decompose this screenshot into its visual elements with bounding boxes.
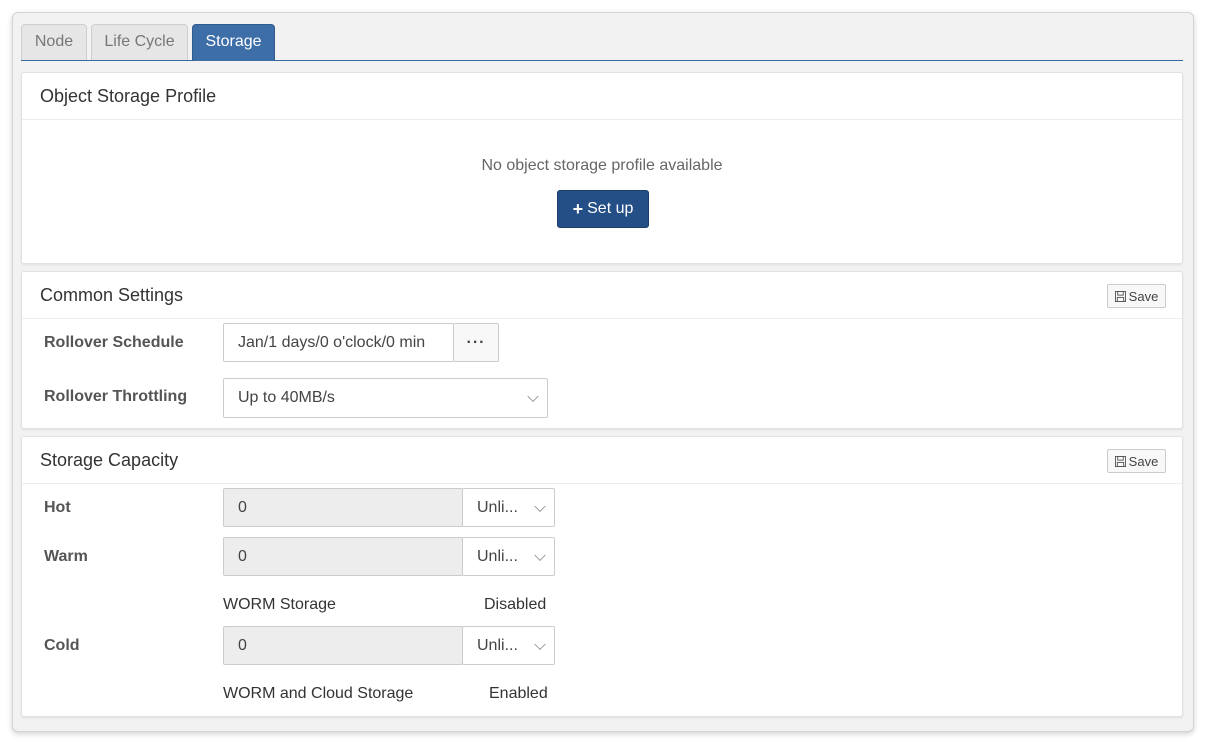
common-settings-header: Common Settings Save	[22, 272, 1182, 319]
warm-unit-value: Unli...	[477, 547, 518, 565]
warm-unit-select[interactable]: Unli...	[462, 537, 555, 576]
cold-unit-select[interactable]: Unli...	[462, 626, 555, 665]
chevron-down-icon	[534, 638, 546, 650]
worm-storage-label: WORM Storage	[223, 596, 336, 613]
cold-unit-value: Unli...	[477, 636, 518, 654]
hot-label: Hot	[44, 499, 71, 516]
hot-unit-value: Unli...	[477, 498, 518, 516]
save-icon	[1114, 290, 1126, 302]
hot-unit-select[interactable]: Unli...	[462, 488, 555, 527]
save-icon	[1114, 455, 1126, 467]
warm-capacity-input[interactable]: 0	[223, 537, 463, 576]
worm-cloud-storage-label: WORM and Cloud Storage	[223, 685, 414, 702]
rollover-schedule-label: Rollover Schedule	[44, 334, 184, 351]
setup-button[interactable]: + Set up	[557, 190, 649, 228]
save-label: Save	[1128, 453, 1159, 469]
tab-node[interactable]: Node	[21, 24, 87, 60]
storage-capacity-save-button[interactable]: Save	[1107, 449, 1166, 473]
rollover-throttling-value: Up to 40MB/s	[238, 389, 335, 406]
settings-window: Node Life Cycle Storage Object Storage P…	[12, 12, 1194, 732]
common-settings-save-button[interactable]: Save	[1107, 284, 1166, 308]
save-label: Save	[1128, 288, 1159, 304]
storage-capacity-title: Storage Capacity	[40, 450, 179, 470]
rollover-schedule-input[interactable]: Jan/1 days/0 o'clock/0 min	[223, 323, 454, 362]
empty-profile-message: No object storage profile available	[481, 157, 723, 174]
cold-capacity-input[interactable]: 0	[223, 626, 463, 665]
object-storage-title: Object Storage Profile	[40, 86, 217, 106]
tab-life-cycle[interactable]: Life Cycle	[91, 24, 188, 60]
chevron-down-icon	[534, 500, 546, 512]
rollover-schedule-more-button[interactable]: ···	[454, 323, 499, 362]
worm-cloud-storage-status: Enabled	[489, 685, 548, 702]
tab-storage[interactable]: Storage	[192, 24, 275, 61]
chevron-down-icon	[527, 390, 539, 403]
object-storage-header: Object Storage Profile	[22, 73, 1182, 120]
rollover-throttling-select[interactable]: Up to 40MB/s	[223, 378, 548, 418]
rollover-throttling-label: Rollover Throttling	[44, 388, 188, 405]
object-storage-panel: Object Storage Profile No object storage…	[21, 72, 1183, 264]
tab-bar: Node Life Cycle Storage	[21, 24, 1183, 61]
storage-capacity-header: Storage Capacity Save	[22, 437, 1182, 484]
common-settings-title: Common Settings	[40, 285, 184, 305]
hot-capacity-input[interactable]: 0	[223, 488, 463, 527]
storage-capacity-panel: Storage Capacity Save Hot 0 Unli... Warm…	[21, 436, 1183, 717]
warm-label: Warm	[44, 548, 88, 565]
chevron-down-icon	[534, 549, 546, 561]
common-settings-panel: Common Settings Save Rollover Schedule J…	[21, 271, 1183, 429]
cold-label: Cold	[44, 637, 80, 654]
setup-button-label: Set up	[587, 200, 634, 217]
plus-icon: +	[572, 199, 584, 219]
worm-storage-status: Disabled	[484, 596, 547, 613]
